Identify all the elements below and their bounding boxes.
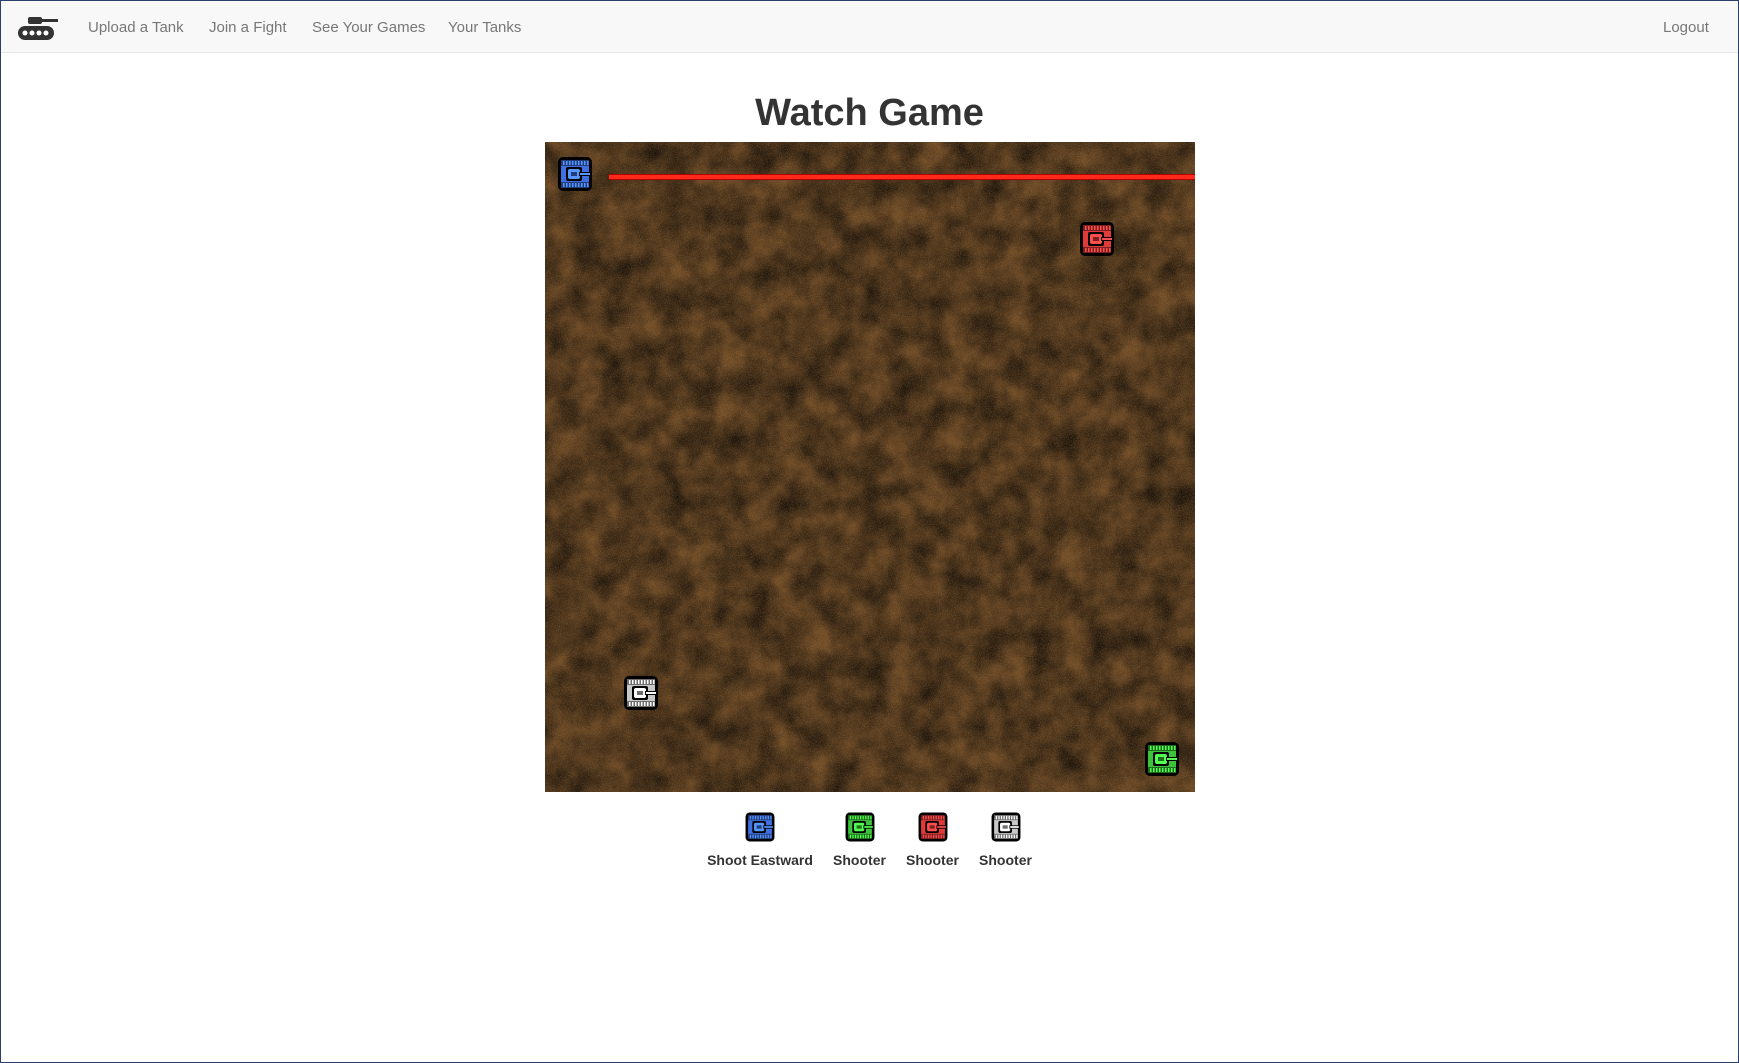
logout-link[interactable]: Logout [1663,19,1709,36]
green-tank-icon [845,812,874,842]
player-name: Shooter [833,852,886,868]
gray-tank-icon [991,812,1020,842]
player-name: Shooter [979,852,1032,868]
player-name: Shoot Eastward [707,852,813,868]
nav-your-tanks[interactable]: Your Tanks [448,19,521,36]
gray-tank-icon [624,676,658,710]
tank-logo-icon[interactable] [18,17,60,41]
laser-beam [609,174,1195,180]
nav-join-fight[interactable]: Join a Fight [209,19,287,36]
red-tank-icon [918,812,947,842]
blue-tank-icon [745,812,775,842]
player-name: Shooter [906,852,959,868]
navbar: Upload a Tank Join a Fight See Your Game… [1,1,1738,53]
red-tank-icon [1080,222,1114,256]
player-legend: Shoot Eastward Shooter Shooter Shooter [0,810,1739,870]
legend-item: Shoot Eastward [705,810,815,868]
nav-see-games[interactable]: See Your Games [312,19,425,36]
game-arena [545,142,1195,792]
legend-item: Shooter [900,810,965,868]
legend-item: Shooter [973,810,1038,868]
blue-tank-icon [558,157,592,191]
nav-upload-tank[interactable]: Upload a Tank [88,19,184,36]
page-title: Watch Game [755,92,984,134]
legend-item: Shooter [827,810,892,868]
green-tank-icon [1145,742,1179,776]
